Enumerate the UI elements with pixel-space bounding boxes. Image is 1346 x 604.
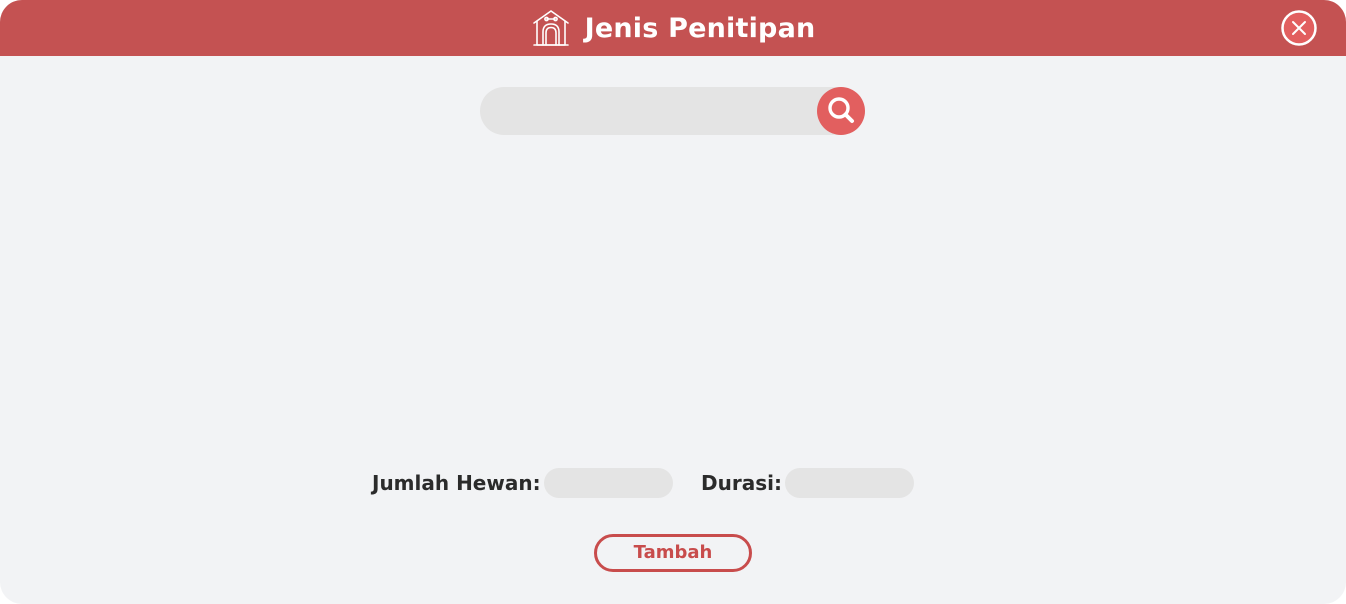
page-title: Jenis Penitipan <box>584 12 816 44</box>
durasi-input[interactable] <box>785 468 914 498</box>
search-button[interactable] <box>817 87 865 135</box>
search-icon <box>828 97 854 123</box>
dialog-header: Jenis Penitipan <box>0 0 1346 56</box>
search-input[interactable] <box>500 87 814 137</box>
durasi-label: Durasi: <box>701 471 782 495</box>
dog-house-icon <box>532 10 569 46</box>
tambah-button[interactable]: Tambah <box>594 534 752 572</box>
search-box <box>480 87 864 137</box>
header-title-group: Jenis Penitipan <box>0 0 1346 56</box>
close-button[interactable] <box>1281 10 1317 46</box>
jumlah-hewan-label: Jumlah Hewan: <box>372 471 541 495</box>
jumlah-hewan-input[interactable] <box>544 468 673 498</box>
close-circle-icon <box>1281 10 1317 46</box>
jenis-penitipan-dialog: Jenis Penitipan Jumlah Hewan: Durasi: Ta… <box>0 0 1346 604</box>
